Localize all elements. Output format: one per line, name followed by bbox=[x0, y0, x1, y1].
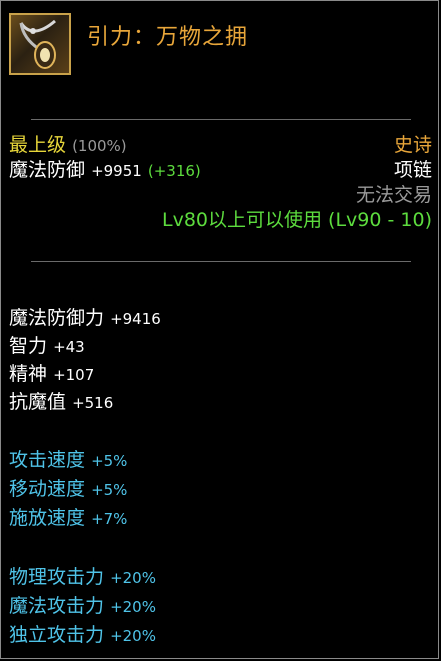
stat-value: +20% bbox=[110, 627, 156, 645]
stat-value: +5% bbox=[91, 452, 128, 470]
trade-restriction: 无法交易 bbox=[355, 184, 432, 206]
defense-label: 魔法防御 bbox=[9, 159, 86, 181]
necklace-icon bbox=[9, 13, 71, 75]
attack-stat-line: 独立攻击力 +20% bbox=[9, 624, 156, 647]
stat-value: +107 bbox=[53, 366, 95, 384]
stat-line: 抗魔值 +516 bbox=[9, 391, 113, 414]
defense-line: 魔法防御 +9951 (+316) bbox=[9, 159, 201, 182]
stat-value: +516 bbox=[72, 394, 114, 412]
stat-label: 魔法防御力 bbox=[9, 307, 105, 329]
stat-label: 精神 bbox=[9, 363, 48, 385]
stat-label: 移动速度 bbox=[9, 478, 86, 500]
stat-value: +7% bbox=[91, 510, 128, 528]
speed-stat-line: 移动速度 +5% bbox=[9, 478, 127, 501]
grade-label: 最上级 bbox=[9, 134, 67, 156]
item-name: 引力：万物之拥 bbox=[87, 25, 249, 50]
stat-label: 独立攻击力 bbox=[9, 624, 105, 646]
stat-label: 物理攻击力 bbox=[9, 566, 105, 588]
grade-line: 最上级 (100%) bbox=[9, 134, 127, 157]
stat-value: +9416 bbox=[110, 310, 161, 328]
rarity: 史诗 bbox=[393, 134, 432, 156]
item-tooltip: 引力：万物之拥 最上级 (100%) 史诗 魔法防御 +9951 (+316) … bbox=[0, 0, 439, 659]
stat-label: 魔法攻击力 bbox=[9, 595, 105, 617]
defense-value: +9951 bbox=[91, 162, 142, 180]
grade-percent: (100%) bbox=[72, 137, 127, 155]
attack-stat-line: 魔法攻击力 +20% bbox=[9, 595, 156, 618]
stat-value: +43 bbox=[53, 338, 85, 356]
stat-line: 魔法防御力 +9416 bbox=[9, 307, 161, 330]
attack-stat-line: 物理攻击力 +20% bbox=[9, 566, 156, 589]
stat-line: 智力 +43 bbox=[9, 335, 85, 358]
level-requirement: Lv80以上可以使用 (Lv90 - 10) bbox=[162, 209, 432, 231]
stat-value: +20% bbox=[110, 569, 156, 587]
stat-label: 智力 bbox=[9, 335, 48, 357]
stat-value: +20% bbox=[110, 598, 156, 616]
stat-value: +5% bbox=[91, 481, 128, 499]
stat-line: 精神 +107 bbox=[9, 363, 94, 386]
stat-label: 施放速度 bbox=[9, 507, 86, 529]
divider bbox=[31, 261, 411, 262]
defense-bonus: (+316) bbox=[147, 162, 201, 180]
stat-label: 抗魔值 bbox=[9, 391, 67, 413]
divider bbox=[31, 119, 411, 120]
slot-type: 项链 bbox=[393, 159, 432, 181]
stat-label: 攻击速度 bbox=[9, 449, 86, 471]
speed-stat-line: 攻击速度 +5% bbox=[9, 449, 127, 472]
speed-stat-line: 施放速度 +7% bbox=[9, 507, 127, 530]
